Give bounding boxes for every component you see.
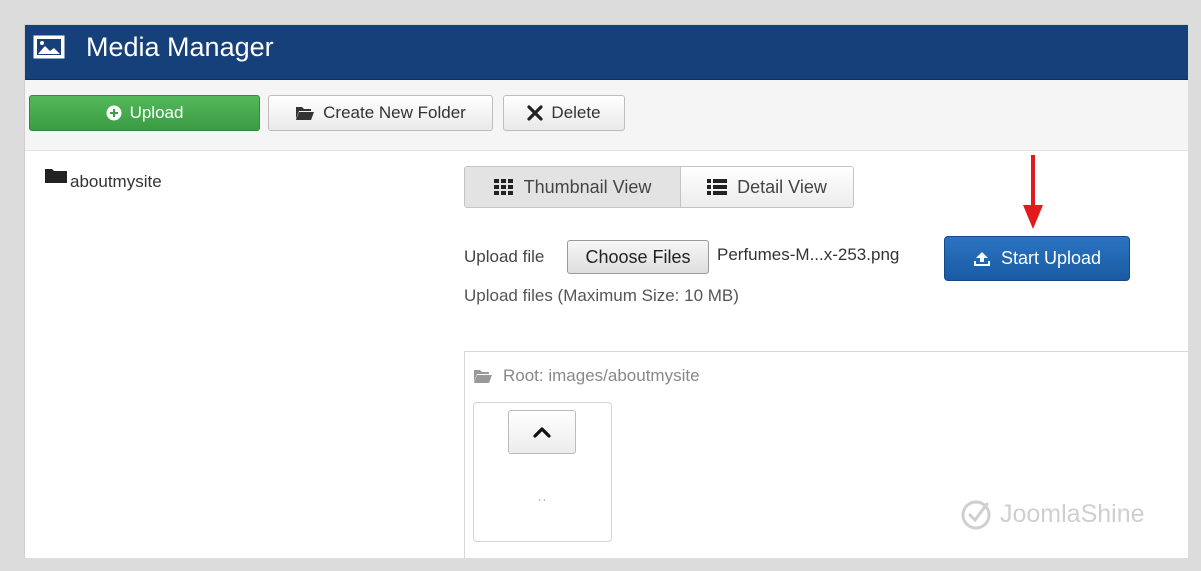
toolbar: Upload Create New Folder Delete <box>25 80 1188 151</box>
detail-view-button[interactable]: Detail View <box>681 167 853 207</box>
view-switcher: Thumbnail View Detail View <box>464 166 854 208</box>
watermark-text: JoomlaShine <box>1000 499 1145 528</box>
parent-folder-card[interactable]: .. <box>473 402 612 542</box>
thumbnail-view-button[interactable]: Thumbnail View <box>465 167 681 207</box>
page-title: Media Manager <box>86 32 274 62</box>
folder-open-icon <box>474 370 492 383</box>
delete-button[interactable]: Delete <box>503 95 625 131</box>
folder-icon <box>45 169 67 183</box>
choose-files-button[interactable]: Choose Files <box>567 240 709 274</box>
red-arrow-annotation <box>1023 155 1043 229</box>
plus-circle-icon <box>106 105 122 121</box>
start-upload-label: Start Upload <box>1000 248 1102 268</box>
image-icon <box>33 35 65 59</box>
chevron-up-icon <box>533 427 551 438</box>
grid-icon <box>493 179 513 195</box>
selected-file-name: Perfumes-M...x-253.png <box>717 245 900 264</box>
thumbnail-view-label: Thumbnail View <box>523 176 652 197</box>
upload-button-label: Upload <box>129 103 184 122</box>
delete-label: Delete <box>551 103 601 122</box>
list-icon <box>707 179 728 195</box>
root-breadcrumb: Root: images/aboutmysite <box>473 366 700 386</box>
upload-button[interactable]: Upload <box>29 95 260 131</box>
folder-tree-item-aboutmysite[interactable]: aboutmysite <box>44 166 162 192</box>
folder-tree-label: aboutmysite <box>70 172 162 191</box>
logo-icon <box>961 500 991 530</box>
create-folder-button[interactable]: Create New Folder <box>268 95 493 131</box>
close-icon <box>527 105 544 121</box>
watermark: JoomlaShine <box>960 497 1145 531</box>
parent-folder-label: .. <box>537 488 548 504</box>
start-upload-button[interactable]: Start Upload <box>944 236 1130 281</box>
folder-open-icon <box>296 107 315 120</box>
max-size-hint: Upload files (Maximum Size: 10 MB) <box>464 286 739 305</box>
upload-file-label: Upload file <box>464 247 545 266</box>
root-path-label: Root: images/aboutmysite <box>503 366 700 385</box>
media-manager-window: Media Manager Upload Create New Folder D… <box>24 24 1188 558</box>
title-bar: Media Manager <box>25 25 1188 80</box>
create-folder-label: Create New Folder <box>323 103 466 122</box>
upload-icon <box>973 251 990 266</box>
go-up-button[interactable] <box>508 410 576 454</box>
detail-view-label: Detail View <box>737 176 827 197</box>
